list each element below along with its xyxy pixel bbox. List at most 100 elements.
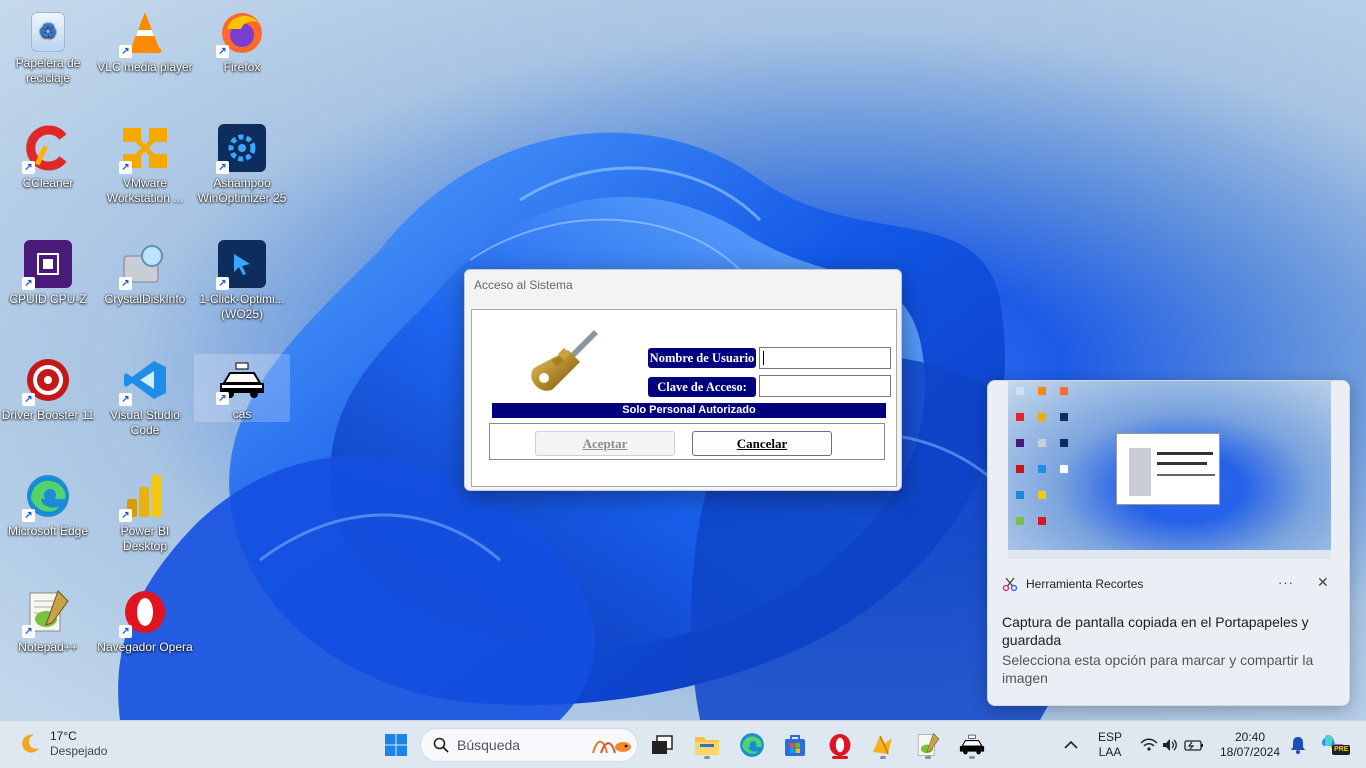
copilot-pre-badge: PRE xyxy=(1332,745,1351,755)
taskbar-notepadpp[interactable] xyxy=(912,729,944,761)
desktop-icon-label: VLC media player xyxy=(97,60,193,74)
desktop-icon-edge[interactable]: ↗ Microsoft Edge xyxy=(0,464,96,564)
desktop-icon-label: CrystalDiskInfo xyxy=(104,292,186,306)
desktop-icon-vlc[interactable]: ↗ VLC media player xyxy=(97,0,193,100)
dialog-title: Acceso al Sistema xyxy=(474,278,573,292)
desktop-icon-firefox[interactable]: ↗ Firefox xyxy=(194,0,290,100)
notifications-button[interactable] xyxy=(1284,729,1312,761)
language-code: ESP xyxy=(1097,730,1122,744)
firefox-icon: ↗ xyxy=(216,8,266,58)
weather-description: Despejado xyxy=(50,744,108,758)
cancel-button[interactable]: Cancelar xyxy=(692,431,832,456)
key-icon xyxy=(524,328,600,394)
desktop-icon-vscode[interactable]: ↗ Visual Studio Code xyxy=(97,348,193,448)
notification-message: Captura de pantalla copiada en el Portap… xyxy=(1002,614,1309,648)
desktop-icon-notepadpp[interactable]: ↗ Notepad++ xyxy=(0,580,96,680)
quick-settings-button[interactable] xyxy=(1136,729,1208,761)
taskbar-edge[interactable] xyxy=(736,729,768,761)
input-language-indicator[interactable]: ESP LAA xyxy=(1094,730,1126,760)
accept-button[interactable]: Aceptar xyxy=(535,431,675,456)
keyboard-layout: LAA xyxy=(1098,745,1122,759)
driver-booster-icon: ↗ xyxy=(22,356,72,406)
shortcut-arrow-icon: ↗ xyxy=(22,393,35,406)
desktop-icon-ashampoo[interactable]: ↗ Ashampoo WinOptimizer 25 xyxy=(194,116,290,216)
desktop-icon-label: Microsoft Edge xyxy=(7,524,89,538)
desktop-icon-label: CCleaner xyxy=(22,176,74,190)
shortcut-arrow-icon: ↗ xyxy=(216,161,229,174)
show-hidden-icons-button[interactable] xyxy=(1056,729,1086,761)
clock-date: 18/07/2024 xyxy=(1219,745,1281,759)
scissors-icon xyxy=(1002,577,1018,592)
windows-logo-icon xyxy=(385,734,407,756)
opera-icon xyxy=(829,734,851,756)
thumbnail-desktop-icons xyxy=(1016,387,1068,525)
shortcut-arrow-icon: ↗ xyxy=(216,392,229,405)
password-input[interactable] xyxy=(759,375,891,397)
more-options-button[interactable]: ··· xyxy=(1278,575,1294,590)
taskbar-opera[interactable] xyxy=(824,729,856,761)
desktop-icon-driver-booster[interactable]: ↗ Driver Booster 11 xyxy=(0,348,96,448)
ccleaner-icon: ↗ xyxy=(22,124,72,174)
taskbar-store[interactable] xyxy=(779,729,811,761)
shortcut-arrow-icon: ↗ xyxy=(119,625,132,638)
taskbar-app-pinned[interactable] xyxy=(867,729,899,761)
shortcut-arrow-icon: ↗ xyxy=(22,509,35,522)
screenshot-thumbnail[interactable] xyxy=(1008,381,1331,559)
thumbnail-dialog xyxy=(1116,433,1220,505)
desktop-icon-ccleaner[interactable]: ↗ CCleaner xyxy=(0,116,96,216)
weather-widget[interactable]: 17°C Despejado xyxy=(18,729,107,759)
desktop-icon-label: Driver Booster 11 xyxy=(1,408,95,422)
authorized-banner: Solo Personal Autorizado xyxy=(492,403,886,418)
shortcut-arrow-icon: ↗ xyxy=(119,393,132,406)
notepadpp-icon: ↗ xyxy=(22,588,72,638)
notification-app-header: Herramienta Recortes xyxy=(1002,576,1143,592)
ashampoo-icon: ↗ xyxy=(216,124,266,174)
taskbar: 17°C Despejado Búsqueda ESP LAA 20:40 18… xyxy=(0,720,1366,768)
desktop-icon-cpuz[interactable]: ↗ CPUID CPU-Z xyxy=(0,232,96,332)
snipping-tool-notification[interactable]: Herramienta Recortes ··· ✕ Captura de pa… xyxy=(987,380,1350,706)
chevron-up-icon xyxy=(1064,740,1078,749)
desktop-icon-recycle-bin[interactable]: ♻ Papelera de reciclaje xyxy=(0,0,96,100)
shortcut-arrow-icon: ↗ xyxy=(22,625,35,638)
shortcut-arrow-icon: ↗ xyxy=(119,161,132,174)
notification-app-name: Herramienta Recortes xyxy=(1026,577,1144,591)
clock-time: 20:40 xyxy=(1234,730,1266,744)
desktop-icon-label: VMware Workstation ... xyxy=(106,176,184,205)
close-icon[interactable]: ✕ xyxy=(1317,574,1329,591)
taskbar-cas[interactable] xyxy=(956,729,988,761)
vscode-icon: ↗ xyxy=(119,356,169,406)
vlc-icon: ↗ xyxy=(119,8,169,58)
desktop-icon-label: CPUID CPU-Z xyxy=(9,292,87,306)
shortcut-arrow-icon: ↗ xyxy=(22,161,35,174)
powerbi-icon: ↗ xyxy=(119,472,169,522)
desktop-icon-label: Papelera de reciclaje xyxy=(15,56,81,85)
desktop-icon-powerbi[interactable]: ↗ Power BI Desktop xyxy=(97,464,193,564)
username-input[interactable] xyxy=(759,347,891,369)
dialog-client-area: Nombre de Usuario Clave de Acceso: Solo … xyxy=(471,309,897,487)
crystaldiskinfo-icon: ↗ xyxy=(119,240,169,290)
desktop-icon-label: Ashampoo WinOptimizer 25 xyxy=(197,176,287,205)
desktop-icon-crystaldiskinfo[interactable]: ↗ CrystalDiskInfo xyxy=(97,232,193,332)
desktop-icon-vmware[interactable]: ↗ VMware Workstation ... xyxy=(97,116,193,216)
taskbar-search[interactable]: Búsqueda xyxy=(420,728,638,762)
cpuz-icon: ↗ xyxy=(22,240,72,290)
desktop-icon-cas[interactable]: ↗ cas xyxy=(194,354,290,422)
task-view-button[interactable] xyxy=(646,729,678,761)
desktop-icon-oneclick[interactable]: ↗ 1-Click-Optimi... (WO25) xyxy=(194,232,290,332)
battery-icon xyxy=(1184,740,1203,751)
text-cursor xyxy=(763,351,764,365)
clock[interactable]: 20:40 18/07/2024 xyxy=(1212,730,1288,760)
start-button[interactable] xyxy=(380,729,412,761)
taxi-icon xyxy=(959,734,985,755)
search-highlight-icon xyxy=(592,740,631,754)
taskbar-file-explorer[interactable] xyxy=(691,729,723,761)
cancel-button-label: Cancelar xyxy=(736,436,788,451)
shortcut-arrow-icon: ↗ xyxy=(216,45,229,58)
desktop-icon-label: Navegador Opera xyxy=(97,640,193,654)
password-label: Clave de Acceso: xyxy=(648,377,756,397)
desktop-icon-opera[interactable]: ↗ Navegador Opera xyxy=(97,580,193,680)
moon-icon xyxy=(22,734,39,753)
volume-icon xyxy=(1163,739,1177,751)
desktop-icon-label: 1-Click-Optimi... (WO25) xyxy=(199,292,285,321)
copilot-button[interactable]: PRE xyxy=(1318,729,1351,761)
